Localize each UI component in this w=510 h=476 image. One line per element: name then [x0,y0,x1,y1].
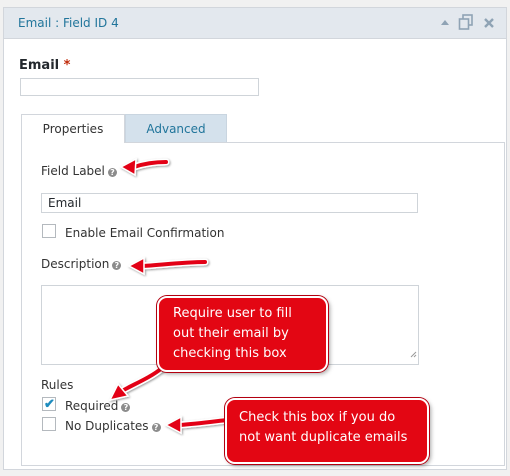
arrow-description [127,256,209,276]
arrow-field-label [119,157,170,177]
callout-line: Require user to fill [173,306,292,321]
no-duplicates-callout: Check this box if you do not want duplic… [225,398,429,464]
arrow-no-duplicates [164,415,231,435]
callout-line: checking this box [173,346,287,361]
callout-line: Check this box if you do [239,410,396,425]
required-callout: Require user to fill out their email by … [157,296,328,372]
callout-line: not want duplicate emails [239,430,408,445]
tab-properties[interactable]: Properties [21,114,125,143]
arrow-required [108,364,166,402]
callout-line: out their email by [173,326,289,341]
